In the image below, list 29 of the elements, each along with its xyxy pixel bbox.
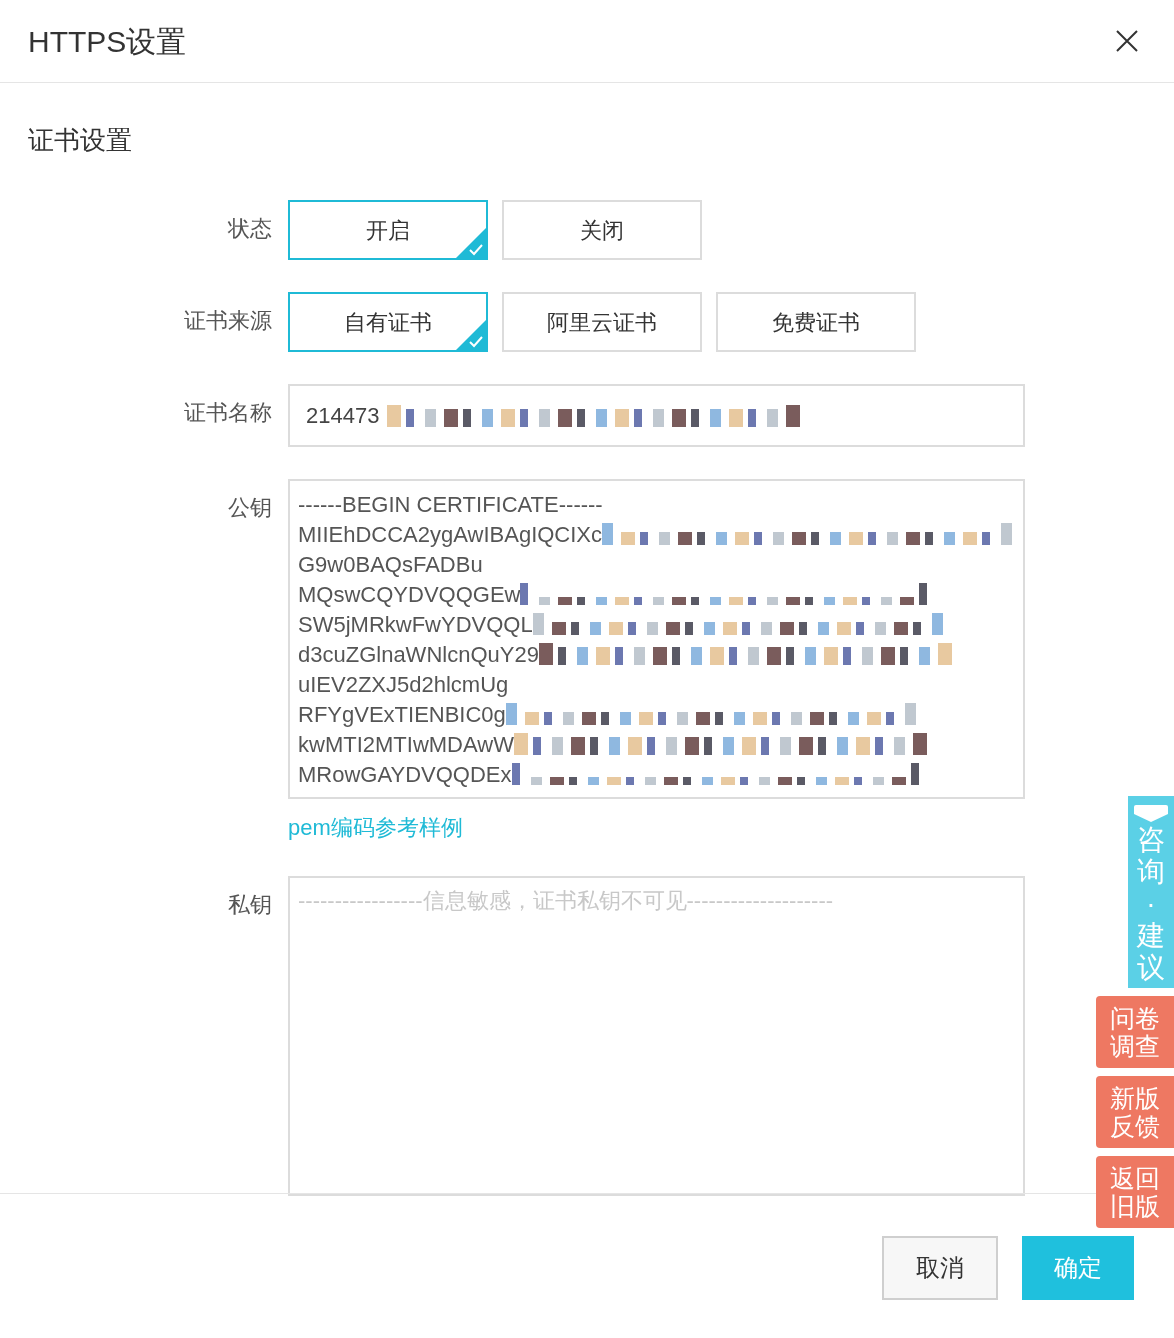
check-icon [456,228,486,258]
field-label: 状态 [227,215,273,243]
key-line: MQswCQYDVQQGEw [298,580,521,609]
key-line: MIIEhDCCA2ygAwIBAgIQCIXc [298,520,603,549]
key-line: ------BEGIN CERTIFICATE------ [298,490,603,519]
cancel-button[interactable]: 取消 [882,1236,998,1300]
certificate-name-field[interactable]: 214473 [288,384,1025,447]
option-button[interactable]: 自有证书 [288,292,488,352]
key-line: uIEV2ZXJ5d2hlcmUg [298,670,509,699]
key-line: SW5jMRkwFwYDVQQL [298,610,533,639]
field-label: 证书名称 [183,399,273,427]
close-icon[interactable] [1116,30,1138,52]
option-button[interactable]: 免费证书 [716,292,916,352]
option-button[interactable]: 阿里云证书 [502,292,702,352]
public-key-field[interactable]: ------BEGIN CERTIFICATE------ MIIEhDCCA2ygAwIBAgIQCIXc G9w0BAQsFADBu MQswCQYDVQQGEw SW5jMRkwFwYDVQQL d3cuZGlnaWNlcnQuY29 uIEV2ZXJ5d2hlcmUg RFYgVExTIENBIC0g kwMTI2MTIwMDAwW MRowGAYDVQQDEx [288,479,1025,799]
section-title: 证书设置 [28,125,132,155]
option-button[interactable]: 开启 [288,200,488,260]
dialog-title: HTTPS设置 [28,23,187,60]
field-label: 私钥 [227,891,273,919]
key-line: RFYgVExTIENBIC0g [298,700,506,729]
key-line: d3cuZGlnaWNlcnQuY29 [298,640,539,669]
field-label: 证书来源 [183,307,273,335]
key-line: MRowGAYDVQQDEx [298,760,512,789]
option-button[interactable]: 关闭 [502,200,702,260]
chat-icon [1132,804,1170,824]
check-icon [456,320,486,350]
field-label: 公钥 [227,494,273,522]
key-line: kwMTI2MTIwMDAwW [298,730,514,759]
key-line: G9w0BAQsFADBu [298,550,483,579]
